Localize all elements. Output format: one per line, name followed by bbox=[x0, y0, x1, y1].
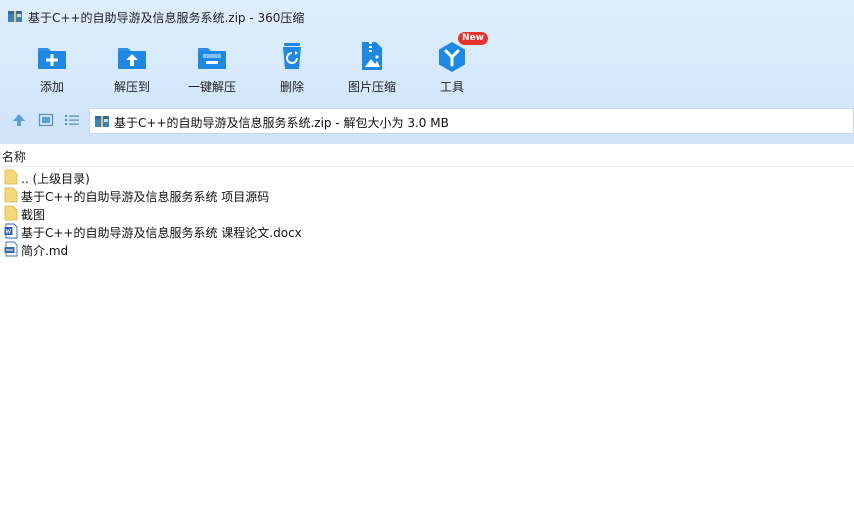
archive-icon bbox=[95, 114, 109, 128]
address-row: 基于C++的自助导游及信息服务系统.zip - 解包大小为 3.0 MB bbox=[0, 104, 854, 136]
column-name-header[interactable]: 名称 bbox=[2, 148, 26, 165]
folder-icon bbox=[4, 205, 18, 221]
list-item[interactable]: 简介.md bbox=[0, 240, 854, 258]
delete-button[interactable]: 删除 bbox=[256, 36, 328, 98]
list-item[interactable]: 基于C++的自助导游及信息服务系统 课程论文.docx bbox=[0, 222, 854, 240]
list-item[interactable]: .. (上级目录) bbox=[0, 168, 854, 186]
archive-icon bbox=[8, 9, 22, 23]
list-header: 名称 bbox=[0, 144, 854, 167]
top-panel: 基于C++的自助导游及信息服务系统.zip - 360压缩 添加 解压到 一键解… bbox=[0, 0, 854, 144]
list-item[interactable]: 截图 bbox=[0, 204, 854, 222]
extract-to-button[interactable]: 解压到 bbox=[96, 36, 168, 98]
title-bar: 基于C++的自助导游及信息服务系统.zip - 360压缩 bbox=[0, 0, 854, 32]
toolbar: 添加 解压到 一键解压 删除 图片压缩 New 工具 bbox=[0, 32, 854, 98]
folder-icon bbox=[4, 187, 18, 203]
image-zip-icon bbox=[356, 40, 388, 72]
one-click-extract-icon bbox=[196, 40, 228, 72]
add-button[interactable]: 添加 bbox=[16, 36, 88, 98]
recycle-bin-icon bbox=[276, 40, 308, 72]
word-doc-icon bbox=[4, 223, 18, 239]
list-item[interactable]: 基于C++的自助导游及信息服务系统 项目源码 bbox=[0, 186, 854, 204]
md-file-icon bbox=[4, 241, 18, 257]
tools-button[interactable]: New 工具 bbox=[416, 32, 488, 98]
view-list-icon[interactable] bbox=[64, 112, 80, 128]
add-folder-icon bbox=[36, 40, 68, 72]
one-click-extract-button[interactable]: 一键解压 bbox=[176, 36, 248, 98]
extract-folder-icon bbox=[116, 40, 148, 72]
view-thumbnail-icon[interactable] bbox=[38, 112, 54, 128]
address-bar[interactable]: 基于C++的自助导游及信息服务系统.zip - 解包大小为 3.0 MB bbox=[89, 108, 854, 134]
image-compress-button[interactable]: 图片压缩 bbox=[336, 36, 408, 98]
window-title: 基于C++的自助导游及信息服务系统.zip - 360压缩 bbox=[28, 11, 305, 25]
folder-icon bbox=[4, 169, 18, 185]
address-path: 基于C++的自助导游及信息服务系统.zip - 解包大小为 3.0 MB bbox=[114, 116, 449, 130]
new-badge: New bbox=[458, 32, 488, 45]
up-arrow-icon[interactable] bbox=[11, 112, 27, 128]
